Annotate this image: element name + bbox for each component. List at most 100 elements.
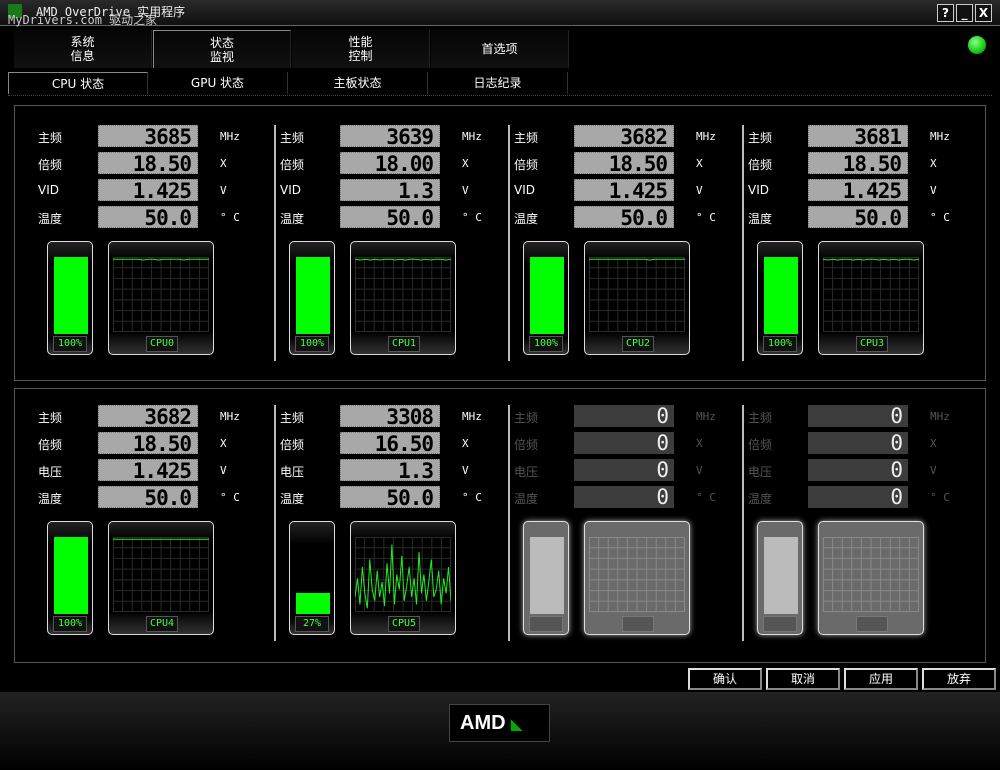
graph-plot [589,257,685,332]
unit-label: V [696,184,703,197]
metric-readout: 1.425 [98,459,198,482]
unit-label: MHz [220,410,240,423]
metric-readout: 3682 [574,125,674,148]
discard-button[interactable]: 放弃 [922,668,996,690]
unit-label: V [220,184,227,197]
usage-meter: 100% [47,241,93,355]
usage-history-line [355,258,451,261]
metric-readout: 1.3 [340,179,440,202]
unit-label: ° C [696,491,716,504]
metric-label: 温度 [38,212,63,226]
metric-label: 主频 [748,131,773,145]
subtab-label: 主板状态 [333,76,382,90]
metric-readout: 0 [808,459,908,481]
close-button[interactable]: X [975,4,992,22]
tab-1[interactable]: 状态 监视 [153,30,291,68]
confirm-button[interactable]: 确认 [688,668,762,690]
help-button[interactable]: ? [937,4,954,22]
metric-readout: 50.0 [340,206,440,229]
metric-label: 倍频 [748,158,773,172]
usage-meter: 100% [47,521,93,635]
metric-label: 倍频 [514,158,539,172]
unit-label: X [930,157,937,170]
usage-percent: 100% [763,336,797,352]
subtab-2[interactable]: 主板状态 [288,72,428,94]
metric-label: VID [748,183,769,197]
metric-label: 倍频 [280,158,305,172]
usage-history-graph: CPU1 [350,241,456,355]
graph-plot [355,257,451,332]
unit-label: ° C [220,211,240,224]
tab-2[interactable]: 性能 控制 [292,30,430,68]
metric-readout: 1.425 [808,179,908,202]
metric-readout: 1.425 [574,179,674,202]
metric-label: 温度 [38,492,63,506]
unit-label: X [462,157,469,170]
graph-plot [823,537,919,612]
usage-fill [296,257,330,334]
metric-label: 电压 [748,465,773,479]
metric-readout: 3639 [340,125,440,148]
usage-meter-track [54,537,88,614]
column-divider [508,125,510,361]
cancel-button[interactable]: 取消 [766,668,840,690]
usage-meter [757,521,803,635]
minimize-button[interactable]: _ [956,4,973,22]
unit-label: X [696,437,703,450]
usage-history-graph: CPU3 [818,241,924,355]
metric-label: 主频 [280,131,305,145]
usage-percent [763,616,797,632]
tab-0[interactable]: 系统 信息 [14,30,152,68]
metric-readout: 3682 [98,405,198,428]
metric-label: 温度 [280,212,305,226]
usage-meter-track [764,537,798,614]
metric-label: 主频 [38,411,63,425]
metric-label: VID [38,183,59,197]
usage-meter: 100% [289,241,335,355]
usage-meter: 100% [757,241,803,355]
usage-fill [54,257,88,334]
usage-percent: 27% [295,616,329,632]
tab-label: 性能 控制 [348,35,373,63]
metric-readout: 18.50 [574,152,674,175]
amd-logo: AMD ◣ [449,704,550,742]
subtab-3[interactable]: 日志纪录 [428,72,568,94]
unit-label: ° C [220,491,240,504]
unit-label: ° C [696,211,716,224]
metric-readout: 18.00 [340,152,440,175]
unit-label: MHz [462,410,482,423]
unit-label: MHz [696,130,716,143]
subtab-1[interactable]: GPU 状态 [148,72,288,94]
metric-label: 倍频 [748,438,773,452]
subtab-0[interactable]: CPU 状态 [8,72,148,94]
cpu-name-tag: CPU5 [388,616,420,632]
metric-label: 主频 [748,411,773,425]
unit-label: X [696,157,703,170]
usage-history-graph: CPU5 [350,521,456,635]
metric-label: 倍频 [514,438,539,452]
subtab-label: GPU 状态 [190,76,245,90]
column-divider [508,405,510,641]
metric-readout: 18.50 [808,152,908,175]
unit-label: MHz [462,130,482,143]
metric-readout: 50.0 [340,486,440,509]
apply-button[interactable]: 应用 [844,668,918,690]
unit-label: MHz [696,410,716,423]
graph-plot [113,537,209,612]
subtab-label: 日志纪录 [473,76,522,90]
usage-meter-track [530,257,564,334]
metric-readout: 0 [574,486,674,508]
metric-label: 温度 [280,492,305,506]
graph-plot [823,257,919,332]
cpu-name-tag: CPU3 [856,336,888,352]
column-divider [274,125,276,361]
metric-readout: 50.0 [98,206,198,229]
graph-plot [589,537,685,612]
unit-label: MHz [930,130,950,143]
cpu-name-tag: CPU0 [146,336,178,352]
metric-readout: 18.50 [98,432,198,455]
unit-label: V [930,464,937,477]
usage-meter-track [530,537,564,614]
tab-3[interactable]: 首选项 [431,30,569,68]
metric-readout: 1.3 [340,459,440,482]
